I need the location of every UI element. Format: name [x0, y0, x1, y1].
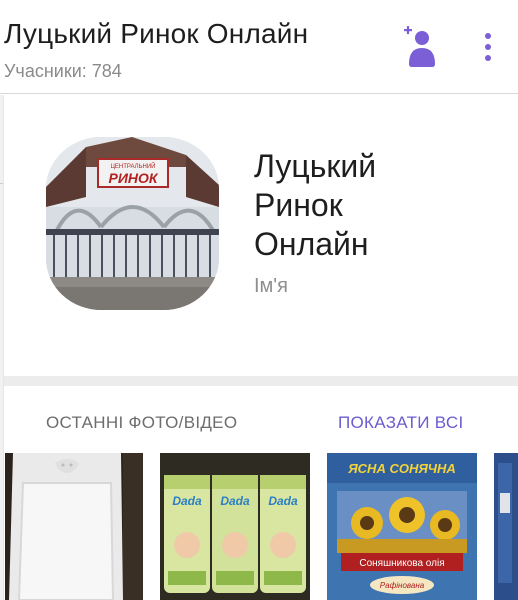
media-thumbnail[interactable] [494, 453, 518, 600]
product-name-text: Соняшникова олія [359, 558, 444, 569]
more-vertical-icon [485, 33, 491, 61]
product-top-text: ЯСНА СОНЯЧНА [347, 461, 456, 476]
avatar-sign-text: РИНОК [108, 170, 158, 186]
more-options-button[interactable] [476, 30, 500, 66]
section-divider [4, 376, 518, 386]
group-info-panel: ЦЕНТРАЛЬНИЙ РИНОК Луцький Ринок Онлайн І… [3, 95, 518, 600]
group-name-line-2: Ринок [254, 187, 343, 223]
media-thumbnail[interactable]: ЯСНА СОНЯЧНА Соняшникова олія Рафінована [327, 453, 477, 600]
product-label: Dada [220, 494, 250, 508]
add-member-button[interactable] [398, 24, 440, 70]
product-label: Dada [172, 494, 202, 508]
product-sub-text: Рафінована [380, 581, 425, 590]
group-avatar[interactable]: ЦЕНТРАЛЬНИЙ РИНОК [46, 137, 219, 310]
group-title[interactable]: Луцький Ринок Онлайн [4, 18, 308, 50]
group-name[interactable]: Луцький Ринок Онлайн [254, 147, 504, 264]
avatar-sign-top-text: ЦЕНТРАЛЬНИЙ [110, 162, 155, 170]
product-label: Dada [268, 494, 298, 508]
name-caption: Ім'я [254, 275, 288, 297]
partial-photo [494, 453, 518, 600]
media-thumbnail[interactable] [5, 453, 143, 600]
show-all-link[interactable]: ПОКАЗАТИ ВСІ [338, 413, 463, 433]
group-name-line-1: Луцький [254, 148, 377, 184]
sunflower-oil-photo: ЯСНА СОНЯЧНА Соняшникова олія Рафінована [327, 453, 477, 600]
recent-media-title: ОСТАННІ ФОТО/ВІДЕО [46, 413, 238, 432]
baby-changing-mat-photo [5, 453, 143, 600]
media-thumbnail[interactable]: Dada Dada Dada [160, 453, 310, 600]
market-photo-image: ЦЕНТРАЛЬНИЙ РИНОК [46, 137, 219, 310]
add-person-icon [404, 26, 435, 67]
group-name-line-3: Онлайн [254, 226, 369, 262]
members-count: Учасники: 784 [4, 61, 122, 81]
chat-header: Луцький Ринок Онлайн Учасники: 784 [0, 0, 518, 94]
wet-wipes-photo: Dada Dada Dada [160, 453, 310, 600]
